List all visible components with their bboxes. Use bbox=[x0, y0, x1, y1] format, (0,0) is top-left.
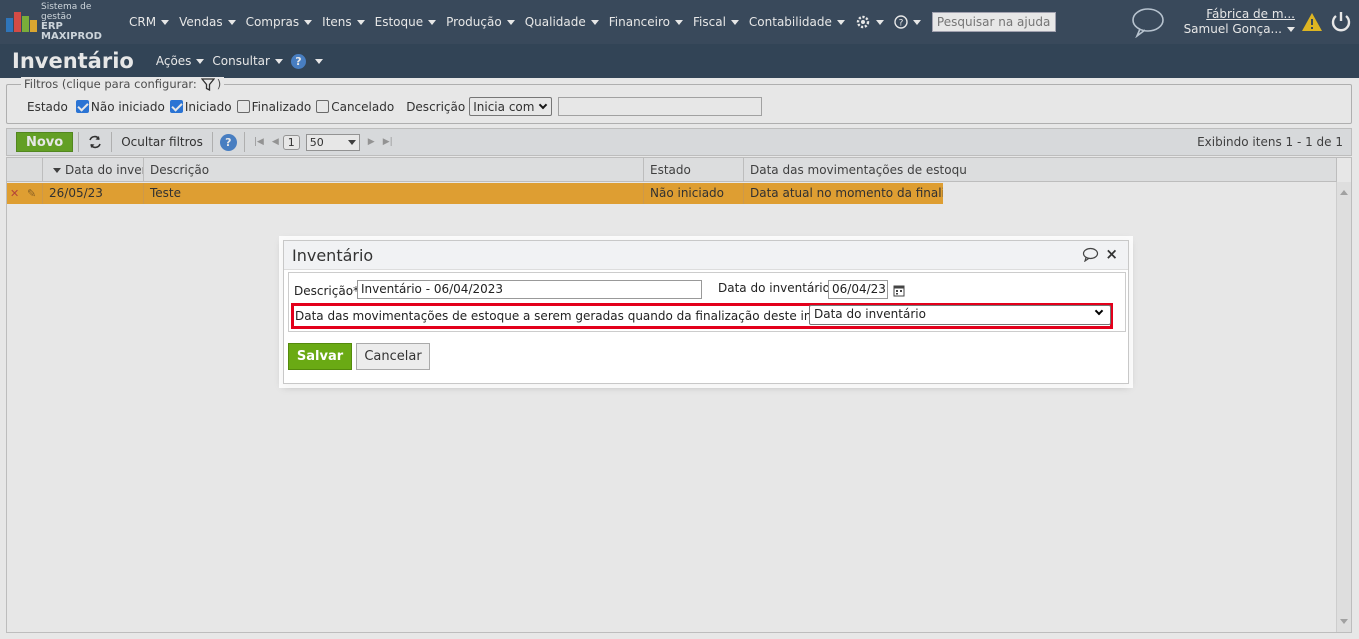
data-inventario-label: Data do inventário* bbox=[718, 281, 836, 295]
inventario-dialog: Inventário × Descrição* Inventário - 06/… bbox=[283, 240, 1129, 384]
data-movimentacoes-select[interactable]: Data do inventário bbox=[809, 305, 1111, 325]
dialog-header: Inventário × bbox=[284, 241, 1128, 270]
descricao-label: Descrição* bbox=[294, 284, 360, 298]
dialog-title: Inventário bbox=[292, 245, 374, 265]
chevron-down-icon bbox=[1094, 306, 1104, 316]
comment-icon[interactable] bbox=[1082, 247, 1099, 262]
data-inventario-input[interactable]: 06/04/23 bbox=[828, 280, 888, 299]
descricao-input[interactable]: Inventário - 06/04/2023 bbox=[357, 280, 702, 299]
data-movimentacoes-label: Data das movimentações de estoque a sere… bbox=[295, 309, 868, 323]
cancelar-button[interactable]: Cancelar bbox=[356, 343, 430, 370]
salvar-button[interactable]: Salvar bbox=[288, 343, 352, 370]
dialog-form: Descrição* Inventário - 06/04/2023 Data … bbox=[288, 272, 1126, 332]
calendar-icon[interactable] bbox=[893, 284, 905, 297]
close-icon[interactable]: × bbox=[1105, 247, 1118, 262]
